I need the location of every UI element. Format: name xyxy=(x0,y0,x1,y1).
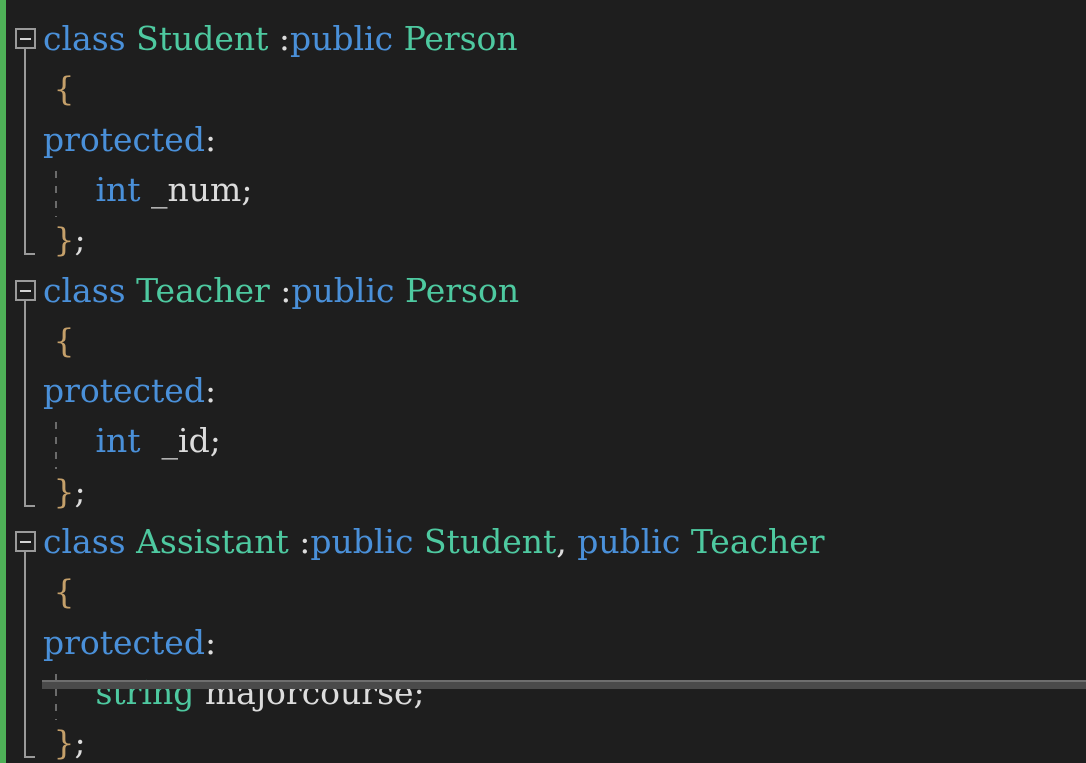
token-punct: ; xyxy=(413,672,425,712)
token-type: string xyxy=(95,672,195,712)
token-punct: : xyxy=(288,522,311,561)
token-brace: } xyxy=(53,723,75,763)
token-brace: { xyxy=(53,69,75,109)
token-punct: ; xyxy=(241,169,253,209)
token-type: Student xyxy=(136,19,269,58)
code-line[interactable]: string majorcourse; xyxy=(43,668,425,718)
token-punct: ; xyxy=(74,723,86,763)
code-line[interactable]: { xyxy=(43,316,75,366)
token-ident: _id xyxy=(161,421,210,461)
token-keyword: protected xyxy=(43,371,205,411)
code-line[interactable]: }; xyxy=(43,215,86,265)
code-line[interactable]: int _id; xyxy=(43,416,221,466)
token-type: Teacher xyxy=(136,270,270,310)
token-brace: { xyxy=(53,572,75,612)
code-line[interactable]: { xyxy=(43,567,75,617)
token-punct: : xyxy=(204,119,217,159)
code-line[interactable]: protected: xyxy=(43,115,216,165)
token-punct: ; xyxy=(74,471,86,511)
token-keyword: protected xyxy=(43,119,205,159)
indent-guide xyxy=(55,422,57,469)
token-type: Person xyxy=(405,270,520,310)
token-punct: ; xyxy=(74,220,86,260)
code-line[interactable]: protected: xyxy=(43,618,216,668)
code-line[interactable]: class Assistant :public Student, public … xyxy=(43,517,825,567)
token-keyword: class xyxy=(43,522,126,561)
horizontal-scrollbar[interactable] xyxy=(42,680,1086,690)
token-ident: _num xyxy=(151,169,242,209)
token-keyword: public xyxy=(291,270,395,310)
token-punct: : xyxy=(269,270,292,310)
indent-guide xyxy=(55,170,57,218)
token-punct: ; xyxy=(209,421,221,461)
token-keyword: int xyxy=(95,421,141,461)
token-punct: : xyxy=(268,19,290,58)
code-line[interactable]: { xyxy=(43,64,75,114)
token-ident: majorcourse xyxy=(204,672,414,712)
token-brace: { xyxy=(53,320,75,360)
token-keyword: int xyxy=(95,169,141,209)
token-keyword: class xyxy=(43,19,126,58)
token-keyword: class xyxy=(43,270,126,310)
token-punct: : xyxy=(204,622,217,662)
code-line[interactable]: int _num; xyxy=(43,165,252,215)
code-line[interactable]: class Teacher :public Person xyxy=(43,266,519,316)
token-keyword: protected xyxy=(43,622,205,662)
token-brace: } xyxy=(53,220,75,260)
token-punct: : xyxy=(204,371,217,411)
code-line[interactable]: }; xyxy=(43,467,86,517)
token-keyword: public xyxy=(290,19,394,58)
token-keyword: public xyxy=(577,522,681,561)
token-keyword: public xyxy=(310,522,414,561)
code-line[interactable]: }; xyxy=(43,718,86,763)
code-line[interactable]: protected: xyxy=(43,366,216,416)
code-text-area[interactable]: class Student :public Person {protected:… xyxy=(0,0,1086,763)
token-brace: } xyxy=(53,471,75,511)
token-type: Student xyxy=(423,522,557,561)
code-editor[interactable]: class Student :public Person {protected:… xyxy=(0,0,1086,763)
token-type: Teacher xyxy=(690,522,825,561)
token-punct: , xyxy=(556,522,567,561)
token-type: Person xyxy=(403,19,518,58)
token-type: Assistant xyxy=(136,522,289,561)
code-line[interactable]: class Student :public Person xyxy=(43,14,518,64)
